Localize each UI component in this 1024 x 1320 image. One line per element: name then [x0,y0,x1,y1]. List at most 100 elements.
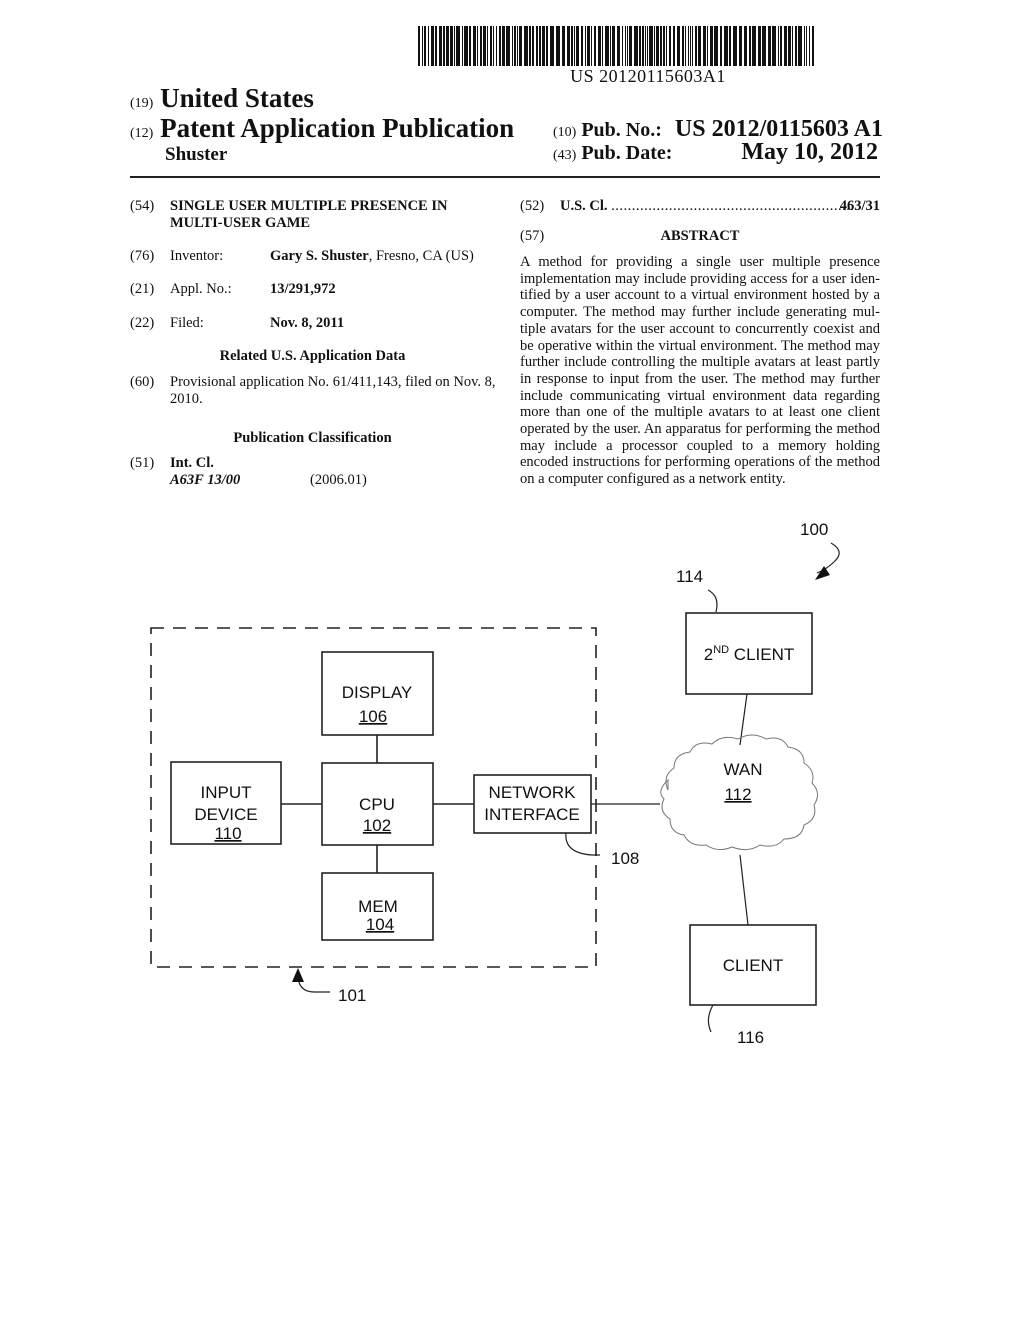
field-code: (57) [520,228,545,244]
invention-title: SINGLE USER MULTIPLE PRESENCE IN MULTI-U… [170,198,448,231]
ref-100-leader [816,542,840,574]
abstract-heading: (57) ABSTRACT [520,228,880,245]
barcode-bar [480,26,482,66]
barcode-bar [749,26,751,66]
barcode-bar [663,26,665,66]
barcode [418,26,878,66]
input-device-ref: 110 [214,824,241,843]
barcode-bar [788,26,791,66]
pub-date: (43) Pub. Date: May 10, 2012 [553,139,878,165]
ref-101: 101 [338,986,366,1005]
barcode-bar [483,26,486,66]
barcode-bar [512,26,513,66]
field-code: (21) [130,281,155,297]
barcode-bar [517,26,518,66]
barcode-bar [587,26,590,66]
ref-116-leader [707,1004,714,1033]
barcode-bar [591,26,592,66]
barcode-bar [707,26,708,66]
barcode-bar [598,26,601,66]
barcode-bar [454,26,455,66]
barcode-bar [634,26,638,66]
barcode-bar [529,26,531,66]
appl-no-value: 13/291,972 [270,281,336,297]
second-client-rest: CLIENT [729,645,794,664]
country-code: (19) [130,96,154,111]
barcode-bar [418,26,420,66]
barcode-bar [649,26,653,66]
field-label: Filed: [170,315,204,331]
display-ref: 106 [359,707,387,726]
publication-type: Patent Application Publication [160,113,515,143]
barcode-bar [784,26,787,66]
barcode-bar [690,26,691,66]
abstract-title: ABSTRACT [660,228,740,244]
barcode-bar [506,26,510,66]
barcode-bar [490,26,492,66]
barcode-bar [758,26,761,66]
input-device-label-2: DEVICE [194,805,257,824]
cpu-label: CPU [359,795,395,814]
barcode-bar [585,26,586,66]
barcode-bar [654,26,655,66]
barcode-bar [612,26,615,66]
barcode-bar [739,26,742,66]
barcode-bar [762,26,766,66]
field-label: Inventor: [170,248,224,264]
pub-date-label: Pub. Date: [581,142,673,164]
pub-no-label: Pub. No.: [581,119,662,141]
barcode-bar [496,26,497,66]
barcode-bar [617,26,620,66]
ref-116: 116 [737,1028,764,1047]
barcode-bar [546,26,548,66]
inventor-value: Gary S. Shuster, Fresno, CA (US) [270,248,474,265]
field-label: Appl. No.: [170,281,232,297]
wan-ref: 112 [724,785,751,804]
int-cl-label: Int. Cl. [170,455,214,471]
ref-101-arrowhead [292,968,304,982]
barcode-bar [519,26,522,66]
ref-108: 108 [611,849,639,868]
barcode-bar [539,26,541,66]
type-code: (12) [130,126,154,141]
title-field: (54) SINGLE USER MULTIPLE PRESENCE IN MU… [130,198,500,232]
field-code: (76) [130,248,155,264]
provisional-text: Provisional application No. 61/411,143, … [170,374,496,407]
barcode-bar [524,26,528,66]
barcode-bar [536,26,538,66]
barcode-bar [581,26,583,66]
barcode-bar [550,26,554,66]
classification-heading: Publication Classification [233,430,392,446]
ref-114: 114 [676,567,703,586]
header-divider [130,176,880,178]
barcode-bar [714,26,718,66]
int-cl-class: A63F 13/00 [170,472,241,488]
barcode-bar [778,26,779,66]
field-code: (51) [130,455,155,471]
field-code: (22) [130,315,155,331]
barcode-bar [439,26,442,66]
pub-no-code: (10) [553,125,577,140]
cpu-ref: 102 [363,816,391,835]
us-cl-field: (52) U.S. Cl. ..........................… [520,198,880,215]
barcode-bar [809,26,810,66]
wan-label: WAN [723,760,762,779]
barcode-bar [610,26,611,66]
wan-client-connector [739,854,749,926]
barcode-bar [502,26,505,66]
us-cl-value: 463/31 [839,198,880,214]
barcode-bar [514,26,516,66]
barcode-bar [625,26,626,66]
country-heading: (19) United States [130,83,314,114]
barcode-bar [806,26,807,66]
second-client-sup: ND [713,644,729,656]
barcode-bar [532,26,534,66]
barcode-bar [703,26,706,66]
field-code: (54) [130,198,155,214]
country-name: United States [160,83,314,113]
barcode-bar [562,26,565,66]
barcode-bar [695,26,697,66]
barcode-bar [605,26,609,66]
barcode-bar [692,26,693,66]
barcode-bar [477,26,478,66]
